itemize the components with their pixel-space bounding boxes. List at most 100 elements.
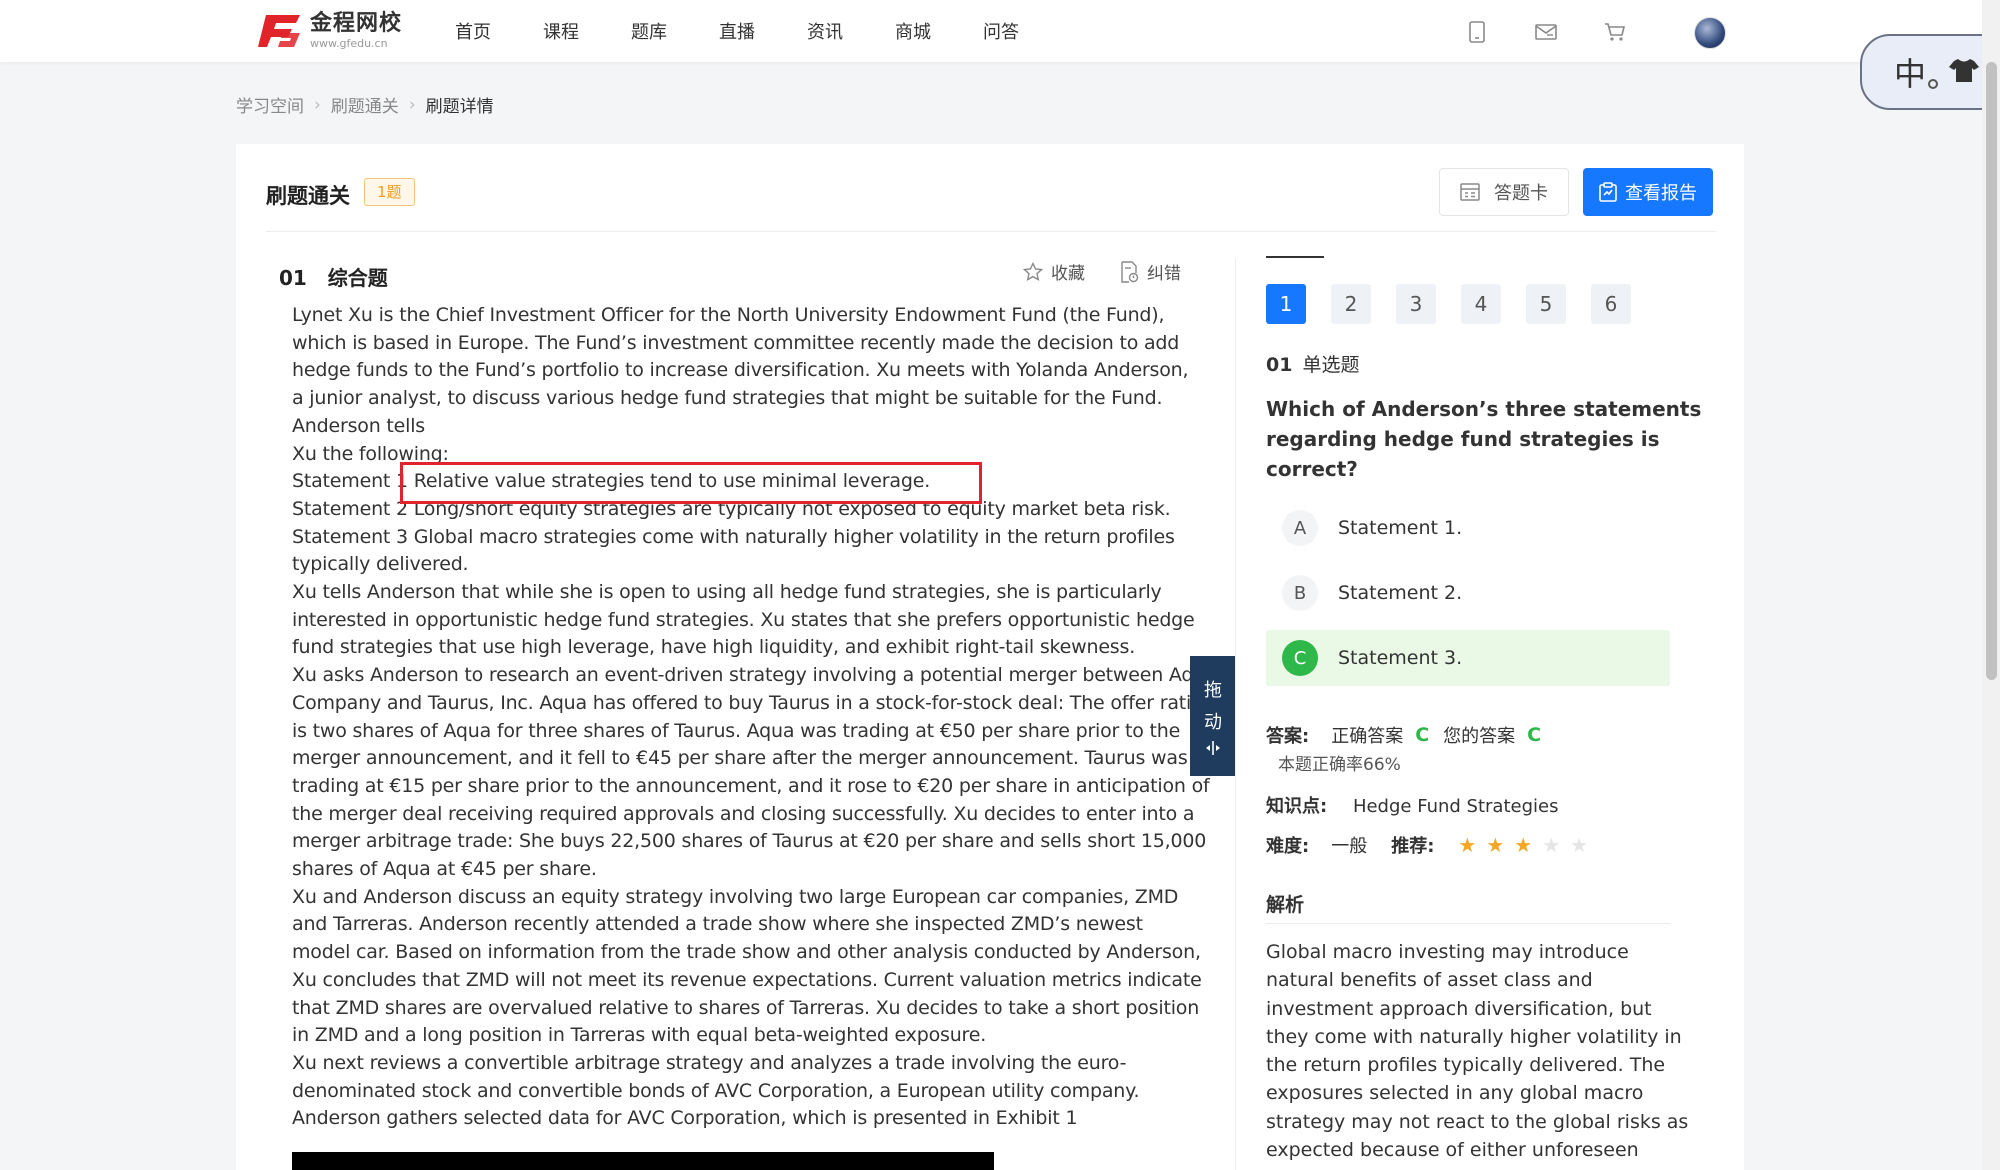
analysis-title: 解析 bbox=[1266, 894, 1305, 916]
nav-home[interactable]: 首页 bbox=[455, 18, 543, 44]
passage-line: Lynet Xu is the Chief Investment Officer… bbox=[292, 304, 1165, 326]
option-letter: C bbox=[1282, 640, 1318, 676]
option-b[interactable]: B Statement 2. bbox=[1266, 565, 1670, 621]
answer-sheet-numbers: 1 2 3 4 5 6 bbox=[1266, 284, 1631, 324]
option-letter: A bbox=[1282, 510, 1318, 546]
drag-arrows-icon bbox=[1205, 740, 1221, 756]
difficulty-row: 难度: 一般 推荐: ★ ★ ★ ★ ★ bbox=[1266, 832, 1588, 858]
view-report-button[interactable]: 查看报告 bbox=[1583, 168, 1713, 216]
passage-line: Xu next reviews a convertible arbitrage … bbox=[292, 1051, 1127, 1074]
passage-line: Xu and Anderson discuss an equity strate… bbox=[292, 885, 1179, 908]
report-icon bbox=[1599, 182, 1617, 202]
user-avatar[interactable] bbox=[1694, 17, 1726, 49]
passage-line: in ZMD and a long position in Tarreras w… bbox=[292, 1024, 987, 1047]
scrollbar-thumb[interactable] bbox=[1986, 62, 1997, 680]
nav-shop[interactable]: 商城 bbox=[895, 18, 983, 44]
answer-label: 答案: bbox=[1266, 726, 1310, 747]
ime-widget[interactable]: 中 bbox=[1860, 34, 2000, 110]
mobile-icon[interactable] bbox=[1465, 20, 1489, 44]
cart-icon[interactable] bbox=[1603, 20, 1627, 44]
answer-card-button[interactable]: 答题卡 bbox=[1439, 168, 1569, 216]
analysis-text: Global macro investing may introduce nat… bbox=[1266, 938, 1688, 1164]
passage-line: a junior analyst, to discuss various hed… bbox=[292, 387, 1163, 410]
favorite-button[interactable]: 收藏 bbox=[1023, 259, 1085, 284]
site-logo[interactable]: 金程网校 www.gfedu.cn bbox=[258, 10, 402, 52]
passage-line: Xu concludes that ZMD will not meet its … bbox=[292, 968, 1202, 991]
passage-line: and Tarreras. Anderson recently attended… bbox=[292, 913, 1143, 936]
passage-line: merger arbitrage trade: She buys 22,500 … bbox=[292, 830, 1207, 853]
sub-question-heading: 01 单选题 bbox=[1266, 350, 1360, 377]
analysis-line: the return profiles typically delivered.… bbox=[1266, 1054, 1666, 1077]
favorite-label: 收藏 bbox=[1051, 264, 1085, 284]
passage-line: Company and Taurus, Inc. Aqua has offere… bbox=[292, 691, 1203, 714]
question-number-button[interactable]: 6 bbox=[1591, 284, 1631, 324]
star-empty-icon: ★ bbox=[1542, 833, 1561, 857]
view-report-label: 查看报告 bbox=[1625, 183, 1697, 204]
question-number-button[interactable]: 1 bbox=[1266, 284, 1306, 324]
breadcrumb-chevron-icon: › bbox=[408, 94, 416, 115]
option-letter: B bbox=[1282, 575, 1318, 611]
passage-line: Statement 3 Global macro strategies come… bbox=[292, 525, 1175, 548]
answer-card-label: 答题卡 bbox=[1494, 183, 1548, 204]
passage-line: fund strategies that use high leverage, … bbox=[292, 636, 1136, 659]
ime-skin-icon bbox=[1948, 57, 1980, 87]
question-number-button[interactable]: 2 bbox=[1331, 284, 1371, 324]
ime-punctuation-icon bbox=[1928, 79, 1939, 89]
analysis-line: natural benefits of asset class and bbox=[1266, 969, 1593, 992]
question-heading: 01 综合题 bbox=[279, 262, 388, 291]
highlight-box bbox=[400, 462, 982, 504]
question-number-button[interactable]: 4 bbox=[1461, 284, 1501, 324]
main-nav: 首页 课程 题库 直播 资讯 商城 问答 bbox=[455, 0, 1071, 62]
your-answer-label: 您的答案 bbox=[1443, 726, 1516, 747]
star-empty-icon: ★ bbox=[1570, 833, 1589, 857]
option-text: Statement 3. bbox=[1338, 647, 1463, 669]
panel-divider bbox=[1235, 258, 1236, 1170]
option-text: Statement 2. bbox=[1338, 582, 1463, 604]
mail-icon[interactable] bbox=[1534, 20, 1558, 44]
option-a[interactable]: A Statement 1. bbox=[1266, 500, 1670, 556]
nav-question-bank[interactable]: 题库 bbox=[631, 18, 719, 44]
passage-line: Xu tells Anderson that while she is open… bbox=[292, 581, 1162, 604]
drag-label-2: 动 bbox=[1204, 712, 1222, 733]
correct-answer-label: 正确答案 bbox=[1331, 726, 1404, 747]
question-number-button[interactable]: 3 bbox=[1396, 284, 1436, 324]
knowledge-label: 知识点: bbox=[1266, 796, 1328, 817]
analysis-divider bbox=[1266, 923, 1670, 924]
question-number-button[interactable]: 5 bbox=[1526, 284, 1566, 324]
option-c[interactable]: C Statement 3. bbox=[1266, 630, 1670, 686]
difficulty-label: 难度: bbox=[1266, 836, 1310, 857]
passage-line: interested in opportunistic hedge fund s… bbox=[292, 608, 1195, 631]
logo-name: 金程网校 bbox=[310, 11, 403, 36]
breadcrumb-chevron-icon: › bbox=[314, 94, 321, 115]
knowledge-value: Hedge Fund Strategies bbox=[1352, 796, 1559, 817]
nav-qa[interactable]: 问答 bbox=[983, 18, 1071, 44]
report-error-button[interactable]: 纠错 bbox=[1119, 259, 1181, 284]
question-actions: 收藏 纠错 bbox=[1023, 259, 1181, 284]
nav-live[interactable]: 直播 bbox=[719, 18, 807, 44]
breadcrumb-practice[interactable]: 刷题通关 bbox=[331, 92, 399, 117]
passage-line: denominated stock and convertible bonds … bbox=[292, 1079, 1140, 1102]
question-number: 01 bbox=[279, 266, 307, 290]
nav-courses[interactable]: 课程 bbox=[543, 18, 631, 44]
question-count-badge: 1题 bbox=[364, 178, 415, 206]
main-card: 刷题通关 1题 答题卡 查看报告 01 综合题 收藏 纠错 Lynet Xu i… bbox=[236, 144, 1744, 1170]
passage-line: Anderson tells bbox=[292, 414, 426, 437]
breadcrumb: 学习空间 › 刷题通关 › 刷题详情 bbox=[236, 92, 494, 118]
drag-handle[interactable]: 拖 动 bbox=[1190, 656, 1236, 776]
page-scrollbar[interactable] bbox=[1982, 0, 2000, 1170]
your-answer-value: C bbox=[1527, 724, 1542, 746]
star-filled-icon: ★ bbox=[1486, 833, 1505, 857]
sub-question-number: 01 bbox=[1266, 354, 1293, 376]
breadcrumb-current: 刷题详情 bbox=[425, 97, 494, 117]
passage-line: hedge funds to the Fund’s portfolio to i… bbox=[292, 359, 1189, 382]
breadcrumb-learning-space[interactable]: 学习空间 bbox=[236, 92, 304, 117]
accuracy-rate: 本题正确率66% bbox=[1278, 755, 1401, 775]
option-text: Statement 1. bbox=[1338, 517, 1463, 539]
passage-line: shares of Aqua at €45 per share. bbox=[292, 858, 597, 881]
answer-card-icon bbox=[1460, 182, 1480, 202]
nav-news[interactable]: 资讯 bbox=[807, 18, 895, 44]
knowledge-point-row: 知识点: Hedge Fund Strategies bbox=[1266, 792, 1558, 818]
answer-sheet-heading bbox=[1266, 256, 1324, 260]
passage-line: that ZMD shares are overvalued relative … bbox=[292, 996, 1200, 1019]
stem-line: correct? bbox=[1266, 457, 1358, 481]
